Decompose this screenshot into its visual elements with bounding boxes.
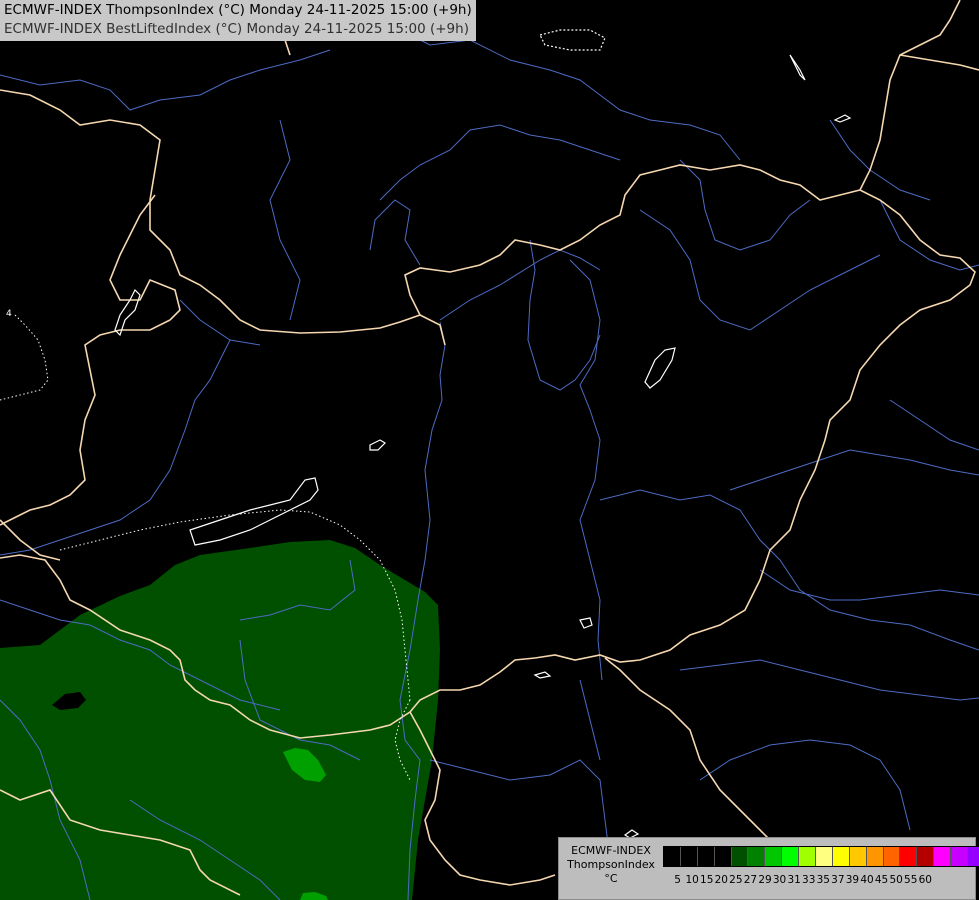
legend-tick-label: 50 [889, 874, 903, 886]
legend-tick-label: 40 [860, 874, 874, 886]
legend-swatch [934, 847, 952, 866]
legend-tick-label: 37 [831, 874, 845, 886]
legend-ticks: 5 10 15 20 25 27 29 30 31 33 35 37 39 40 45 50 55 60 [663, 874, 969, 888]
legend-swatch [917, 847, 935, 866]
legend-tick-label: 15 [700, 874, 714, 886]
legend-swatch [664, 847, 681, 866]
legend-tick-label: 30 [772, 874, 787, 886]
legend-swatch [765, 847, 783, 866]
legend-tick-label: 60 [918, 874, 932, 886]
color-legend: ECMWF-INDEX ThompsonIndex °C 5 10 15 20 25 27… [558, 837, 979, 900]
legend-tick-label: 33 [802, 874, 816, 886]
legend-swatch [697, 847, 715, 866]
legend-swatch [782, 847, 800, 866]
legend-tick-label: 5 [674, 874, 681, 886]
contour-label: 4 [6, 309, 12, 319]
legend-tick-label: 31 [787, 874, 801, 886]
legend-label: ECMWF-INDEX ThompsonIndex °C [563, 844, 659, 886]
legend-swatch [714, 847, 732, 866]
legend-swatch [849, 847, 867, 866]
legend-swatch [951, 847, 969, 866]
legend-swatch [900, 847, 918, 866]
legend-tick-label: 55 [904, 874, 918, 886]
legend-swatch [883, 847, 901, 866]
legend-swatch [731, 847, 749, 866]
legend-swatch [748, 847, 766, 866]
map-title: ECMWF-INDEX ThompsonIndex (°C) Monday 24… [0, 0, 476, 41]
legend-swatch [799, 847, 817, 866]
legend-swatches [663, 846, 979, 867]
legend-swatch [816, 847, 833, 866]
legend-tick-label: 27 [743, 874, 758, 886]
legend-unit: °C [604, 872, 618, 885]
legend-swatch [968, 847, 979, 866]
legend-tick-label: 45 [874, 874, 889, 886]
legend-tick-label: 35 [816, 874, 830, 886]
legend-tick-label: 25 [729, 874, 743, 886]
legend-tick-label: 29 [758, 874, 772, 886]
legend-swatch [866, 847, 884, 866]
legend-model: ECMWF-INDEX [571, 844, 651, 857]
legend-tick-label: 39 [845, 874, 860, 886]
title-best-lifted: ECMWF-INDEX BestLiftedIndex (°C) Monday … [4, 21, 469, 37]
legend-swatch [832, 847, 850, 866]
legend-tick-label: 20 [714, 874, 728, 886]
legend-tick-label: 10 [685, 874, 699, 886]
weather-map[interactable]: 4 [0, 0, 979, 900]
legend-parameter: ThompsonIndex [567, 858, 655, 871]
legend-swatch [680, 847, 698, 866]
title-thompson: ECMWF-INDEX ThompsonIndex (°C) Monday 24… [4, 2, 472, 18]
